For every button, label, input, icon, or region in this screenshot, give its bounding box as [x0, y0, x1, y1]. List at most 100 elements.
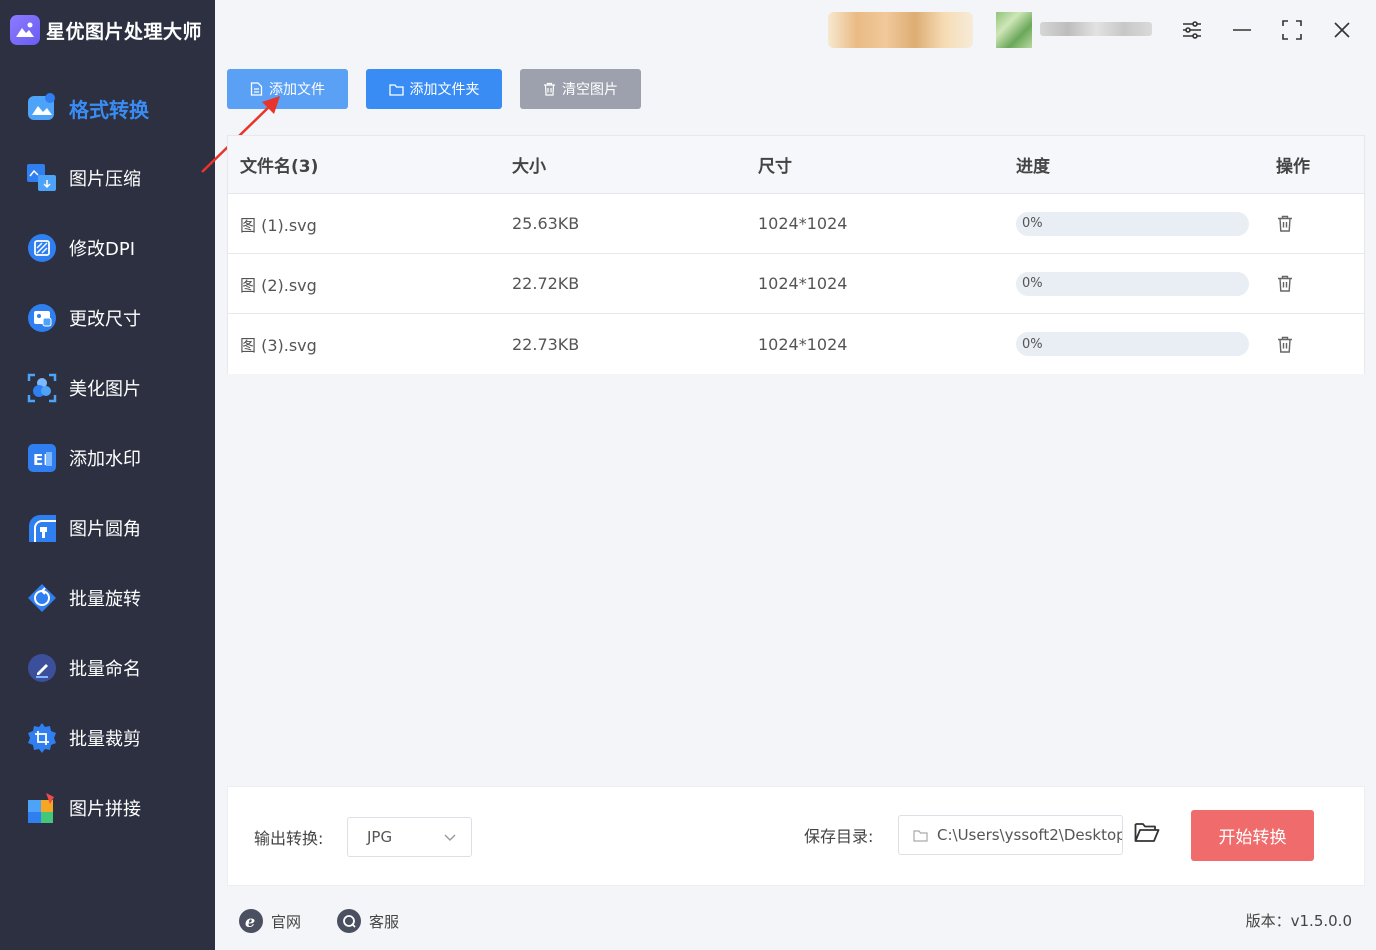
drop-area[interactable] [227, 374, 1365, 784]
image-compress-icon [26, 162, 58, 194]
sidebar-item-compress[interactable]: 图片压缩 [0, 143, 215, 213]
sidebar-item-dpi[interactable]: 修改DPI [0, 213, 215, 283]
table-header: 文件名(3) 大小 尺寸 进度 操作 [228, 136, 1364, 194]
sidebar-item-label: 美化图片 [69, 379, 141, 400]
blurred-username [1040, 22, 1152, 36]
save-directory-input[interactable]: C:\Users\yssoft2\Desktop [898, 815, 1123, 855]
sidebar-item-format-convert[interactable]: 格式转换 [0, 73, 215, 143]
support-label: 客服 [369, 912, 400, 931]
add-file-button[interactable]: 添加文件 [227, 69, 348, 109]
app-title-bar: 星优图片处理大师 [10, 14, 202, 46]
blurred-account-info [828, 12, 973, 48]
trash-icon [1277, 336, 1293, 353]
sidebar-item-crop[interactable]: 批量裁剪 [0, 703, 215, 773]
output-format-value: JPG [367, 828, 393, 846]
file-size: 22.73KB [512, 334, 580, 354]
support-link[interactable]: 客服 [337, 909, 399, 933]
sidebar-item-rename[interactable]: 批量命名 [0, 633, 215, 703]
add-file-label: 添加文件 [269, 82, 325, 98]
folder-icon [388, 83, 404, 96]
footer: e 官网 客服 版本：v1.5.0.0 [215, 890, 1376, 950]
sidebar-item-rotate[interactable]: 批量旋转 [0, 563, 215, 633]
sidebar-item-label: 图片圆角 [69, 519, 141, 540]
file-size: 25.63KB [512, 214, 580, 233]
minimize-button[interactable] [1227, 15, 1257, 45]
sidebar-item-resize[interactable]: 更改尺寸 [0, 283, 215, 353]
save-directory-path: C:\Users\yssoft2\Desktop [937, 826, 1122, 844]
delete-row-button[interactable] [1277, 215, 1293, 232]
customer-service-icon [337, 909, 361, 933]
delete-row-button[interactable] [1277, 275, 1293, 292]
delete-row-button[interactable] [1277, 336, 1293, 353]
progress-bar: 0% [1016, 332, 1249, 356]
sidebar-item-rounded-corner[interactable]: 图片圆角 [0, 493, 215, 563]
trash-icon [543, 82, 556, 96]
output-format-select[interactable]: JPG [347, 817, 472, 857]
sidebar-item-puzzle[interactable]: 图片拼接 [0, 773, 215, 843]
trash-icon [1277, 215, 1293, 232]
sidebar: 星优图片处理大师 格式转换 图片压缩 修改DPI 更改尺寸 美化图片 EI 添加… [0, 0, 215, 950]
sidebar-nav: 格式转换 图片压缩 修改DPI 更改尺寸 美化图片 EI 添加水印 图片圆角 批… [0, 73, 215, 843]
progress-bar: 0% [1016, 271, 1249, 296]
column-header-progress: 进度 [1016, 157, 1050, 177]
toolbar: 添加文件 添加文件夹 清空图片 [227, 69, 659, 109]
sidebar-item-label: 格式转换 [69, 97, 149, 122]
sidebar-item-label: 图片拼接 [69, 799, 141, 820]
sidebar-item-beautify[interactable]: 美化图片 [0, 353, 215, 423]
app-title: 星优图片处理大师 [46, 20, 203, 43]
file-dimension: 1024*1024 [758, 214, 848, 233]
app-logo-icon [10, 15, 40, 45]
table-row[interactable]: 图 (2).svg 22.72KB 1024*1024 0% [228, 254, 1364, 314]
chevron-down-icon [443, 830, 457, 848]
file-dimension: 1024*1024 [758, 334, 848, 354]
file-name: 图 (1).svg [240, 215, 317, 235]
watermark-icon: EI [26, 442, 58, 474]
start-convert-button[interactable]: 开始转换 [1191, 810, 1314, 861]
sidebar-item-watermark[interactable]: EI 添加水印 [0, 423, 215, 493]
column-header-size: 大小 [512, 157, 546, 177]
sidebar-item-label: 批量旋转 [69, 589, 141, 610]
save-directory-label: 保存目录: [804, 827, 874, 846]
file-size: 22.72KB [512, 274, 580, 293]
maximize-button[interactable] [1277, 15, 1307, 45]
version-text: 版本：v1.5.0.0 [1245, 912, 1352, 930]
clear-images-label: 清空图片 [562, 82, 618, 98]
crop-icon [26, 722, 58, 754]
sliders-icon [1181, 19, 1203, 41]
file-icon [250, 82, 263, 96]
table-row[interactable]: 图 (1).svg 25.63KB 1024*1024 0% [228, 194, 1364, 254]
browse-folder-button[interactable] [1134, 821, 1160, 847]
fullscreen-icon [1281, 19, 1303, 41]
open-folder-icon [1134, 821, 1160, 843]
add-folder-label: 添加文件夹 [409, 82, 480, 98]
website-link[interactable]: e 官网 [239, 909, 301, 933]
sidebar-item-label: 批量裁剪 [69, 729, 141, 750]
rounded-corner-icon [26, 512, 58, 544]
dpi-icon [26, 232, 58, 264]
progress-text: 0% [1022, 336, 1043, 352]
website-label: 官网 [271, 912, 302, 931]
svg-text:e: e [245, 913, 255, 929]
close-button[interactable] [1327, 15, 1357, 45]
ie-browser-icon: e [239, 909, 263, 933]
puzzle-icon [26, 792, 58, 824]
column-header-action: 操作 [1276, 157, 1310, 177]
trash-icon [1277, 275, 1293, 292]
progress-bar: 0% [1016, 211, 1249, 236]
output-settings-panel: 输出转换: JPG 保存目录: C:\Users\yssoft2\Desktop… [227, 786, 1365, 886]
file-dimension: 1024*1024 [758, 274, 848, 293]
clear-images-button[interactable]: 清空图片 [520, 69, 641, 109]
output-format-label: 输出转换: [254, 829, 324, 848]
file-name: 图 (3).svg [240, 336, 317, 355]
column-header-dimension: 尺寸 [758, 157, 792, 177]
image-convert-icon [26, 92, 58, 124]
resize-icon [26, 302, 58, 334]
sidebar-item-label: 图片压缩 [69, 169, 141, 190]
add-folder-button[interactable]: 添加文件夹 [366, 69, 502, 109]
folder-icon [913, 829, 928, 842]
sidebar-item-label: 批量命名 [69, 659, 141, 680]
settings-button[interactable] [1177, 15, 1207, 45]
table-row[interactable]: 图 (3).svg 22.73KB 1024*1024 0% [228, 314, 1364, 374]
progress-text: 0% [1022, 276, 1043, 291]
rename-icon [26, 652, 58, 684]
